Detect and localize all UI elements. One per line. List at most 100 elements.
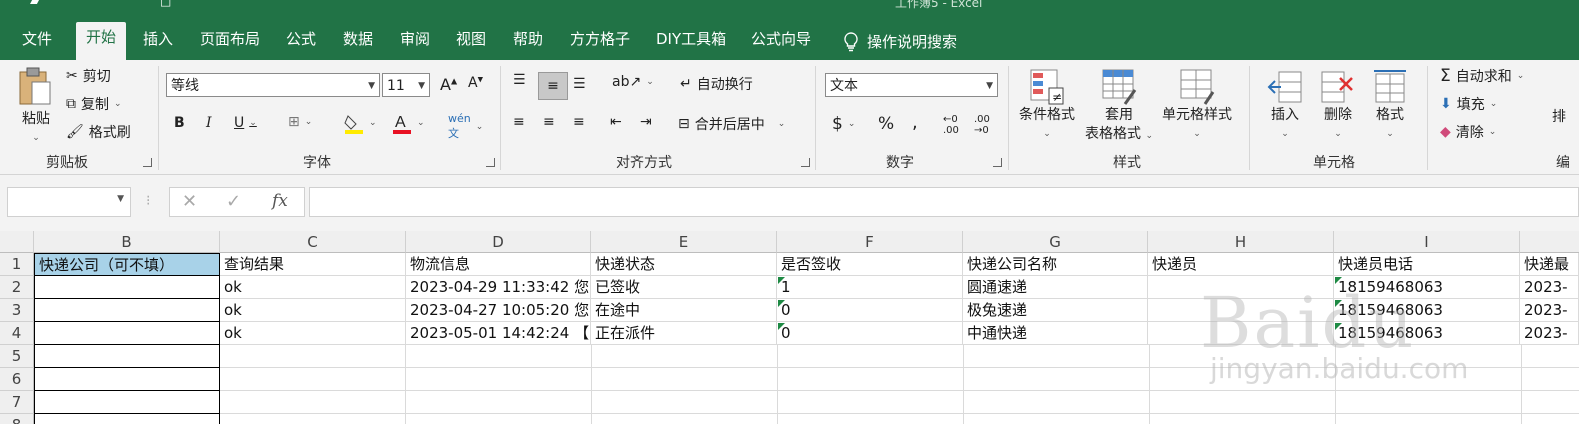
- font-color-button[interactable]: A ⌄: [392, 112, 425, 134]
- increase-font-button[interactable]: A▲: [440, 75, 457, 94]
- cell-d2[interactable]: 2023-04-29 11:33:42 您: [406, 276, 591, 299]
- tab-formulas[interactable]: 公式: [276, 24, 326, 60]
- cell-f4[interactable]: 0: [777, 322, 963, 345]
- cell-c1[interactable]: 查询结果: [220, 253, 406, 276]
- tab-formula-wizard[interactable]: 公式向导: [741, 24, 821, 60]
- decrease-font-button[interactable]: A▼: [468, 75, 483, 91]
- cell-d4[interactable]: 2023-05-01 14:42:24 【: [406, 322, 591, 345]
- italic-button[interactable]: I: [206, 115, 212, 131]
- cell-g3[interactable]: 极兔速递: [963, 299, 1148, 322]
- number-format-select[interactable]: 文本 ▼: [825, 73, 998, 97]
- column-header-f[interactable]: F: [777, 231, 963, 253]
- cell-g1[interactable]: 快递公司名称: [963, 253, 1148, 276]
- tab-page-layout[interactable]: 页面布局: [190, 24, 270, 60]
- format-painter-button[interactable]: 🖌 格式刷: [66, 122, 131, 142]
- dialog-launcher-icon[interactable]: [993, 158, 1002, 167]
- increase-decimal-button[interactable]: ←0.00: [943, 114, 959, 136]
- cell-j1[interactable]: 快递最: [1520, 253, 1579, 276]
- column-header-b[interactable]: B: [34, 231, 220, 253]
- cell-b2[interactable]: [34, 276, 220, 299]
- cell-e4[interactable]: 正在派件: [591, 322, 777, 345]
- tell-me-search[interactable]: 操作说明搜索: [833, 24, 967, 60]
- format-as-table-button[interactable]: 套用 表格格式 ⌄: [1085, 68, 1153, 146]
- cell-c4[interactable]: ok: [220, 322, 406, 345]
- column-header-j[interactable]: [1520, 231, 1579, 253]
- column-header-g[interactable]: G: [963, 231, 1148, 253]
- align-right-button[interactable]: ≡: [573, 114, 585, 130]
- cell-b8[interactable]: [34, 414, 220, 424]
- row-header-2[interactable]: 2: [0, 276, 34, 299]
- align-center-button[interactable]: ≡: [543, 114, 555, 130]
- dialog-launcher-icon[interactable]: [486, 158, 495, 167]
- wrap-text-button[interactable]: ↵ 自动换行: [680, 74, 753, 94]
- editing-overflow[interactable]: 排: [1552, 106, 1566, 126]
- fill-button[interactable]: ⬇ 填充 ⌄: [1440, 94, 1497, 114]
- cancel-icon[interactable]: ✕: [182, 191, 197, 212]
- comma-button[interactable]: ,: [912, 112, 918, 133]
- row-header-1[interactable]: 1: [0, 253, 34, 276]
- select-all-corner[interactable]: [0, 231, 34, 253]
- cell-f2[interactable]: 1: [777, 276, 963, 299]
- tab-view[interactable]: 视图: [446, 24, 496, 60]
- merge-center-button[interactable]: ⊟ 合并后居中 ⌄: [678, 114, 785, 134]
- copy-button[interactable]: ⧉ 复制 ⌄: [66, 94, 122, 114]
- font-name-select[interactable]: 等线 ▼: [166, 73, 380, 97]
- tab-diy-toolbox[interactable]: DIY工具箱: [646, 24, 736, 60]
- cell-e1[interactable]: 快递状态: [591, 253, 777, 276]
- quick-access-icon[interactable]: □: [160, 0, 171, 8]
- increase-indent-button[interactable]: ⇥: [640, 114, 652, 130]
- insert-cells-button[interactable]: 插入 ⌄: [1267, 68, 1303, 144]
- column-header-h[interactable]: H: [1148, 231, 1334, 253]
- cell-b4[interactable]: [34, 322, 220, 345]
- borders-button[interactable]: ⊞ ⌄: [288, 114, 312, 130]
- row-header-3[interactable]: 3: [0, 299, 34, 322]
- cell-b7[interactable]: [34, 391, 220, 414]
- cut-button[interactable]: ✂ 剪切: [66, 66, 111, 86]
- cell-g2[interactable]: 圆通速递: [963, 276, 1148, 299]
- dialog-launcher-icon[interactable]: [801, 158, 810, 167]
- tab-help[interactable]: 帮助: [503, 24, 553, 60]
- align-left-button[interactable]: ≡: [513, 114, 525, 130]
- insert-function-icon[interactable]: fx: [272, 191, 288, 211]
- tab-insert[interactable]: 插入: [133, 24, 183, 60]
- cell-styles-button[interactable]: 单元格样式 ⌄: [1162, 68, 1232, 144]
- underline-button[interactable]: U ⌄: [234, 115, 257, 131]
- row-header-4[interactable]: 4: [0, 322, 34, 345]
- save-icon[interactable]: ▰: [30, 0, 39, 8]
- cell-h1[interactable]: 快递员: [1148, 253, 1334, 276]
- cell-c3[interactable]: ok: [220, 299, 406, 322]
- tab-file[interactable]: 文件: [12, 24, 62, 60]
- phonetic-button[interactable]: wén 文 ⌄: [448, 112, 483, 141]
- cell-d3[interactable]: 2023-04-27 10:05:20 您: [406, 299, 591, 322]
- cell-c2[interactable]: ok: [220, 276, 406, 299]
- font-size-select[interactable]: 11 ▼: [382, 73, 430, 97]
- row-header-7[interactable]: 7: [0, 391, 34, 414]
- decrease-decimal-button[interactable]: .00 →0: [974, 114, 990, 136]
- fill-color-button[interactable]: ⌄: [344, 112, 377, 134]
- autosum-button[interactable]: Σ 自动求和 ⌄: [1440, 66, 1524, 86]
- align-bottom-button[interactable]: ☰: [573, 76, 586, 92]
- cell-f3[interactable]: 0: [777, 299, 963, 322]
- cell-j3[interactable]: 2023-: [1520, 299, 1579, 322]
- clear-button[interactable]: ◆ 清除 ⌄: [1440, 122, 1496, 142]
- tab-data[interactable]: 数据: [333, 24, 383, 60]
- row-header-5[interactable]: 5: [0, 345, 34, 368]
- tab-review[interactable]: 审阅: [390, 24, 440, 60]
- column-header-c[interactable]: C: [220, 231, 406, 253]
- align-middle-button[interactable]: ≡: [538, 72, 568, 100]
- bold-button[interactable]: B: [174, 115, 185, 131]
- column-header-d[interactable]: D: [406, 231, 591, 253]
- percent-button[interactable]: %: [878, 114, 894, 134]
- cell-b6[interactable]: [34, 368, 220, 391]
- cell-e2[interactable]: 已签收: [591, 276, 777, 299]
- delete-cells-button[interactable]: 删除 ⌄: [1320, 68, 1356, 144]
- paste-button[interactable]: 粘贴 ⌄: [16, 66, 56, 148]
- enter-icon[interactable]: ✓: [226, 191, 241, 212]
- name-box[interactable]: ▼: [7, 187, 131, 217]
- align-top-button[interactable]: ☰: [513, 72, 526, 88]
- format-cells-button[interactable]: 格式 ⌄: [1372, 68, 1408, 144]
- dialog-launcher-icon[interactable]: [143, 158, 152, 167]
- currency-button[interactable]: $ ⌄: [832, 114, 855, 134]
- cell-d1[interactable]: 物流信息: [406, 253, 591, 276]
- row-header-6[interactable]: 6: [0, 368, 34, 391]
